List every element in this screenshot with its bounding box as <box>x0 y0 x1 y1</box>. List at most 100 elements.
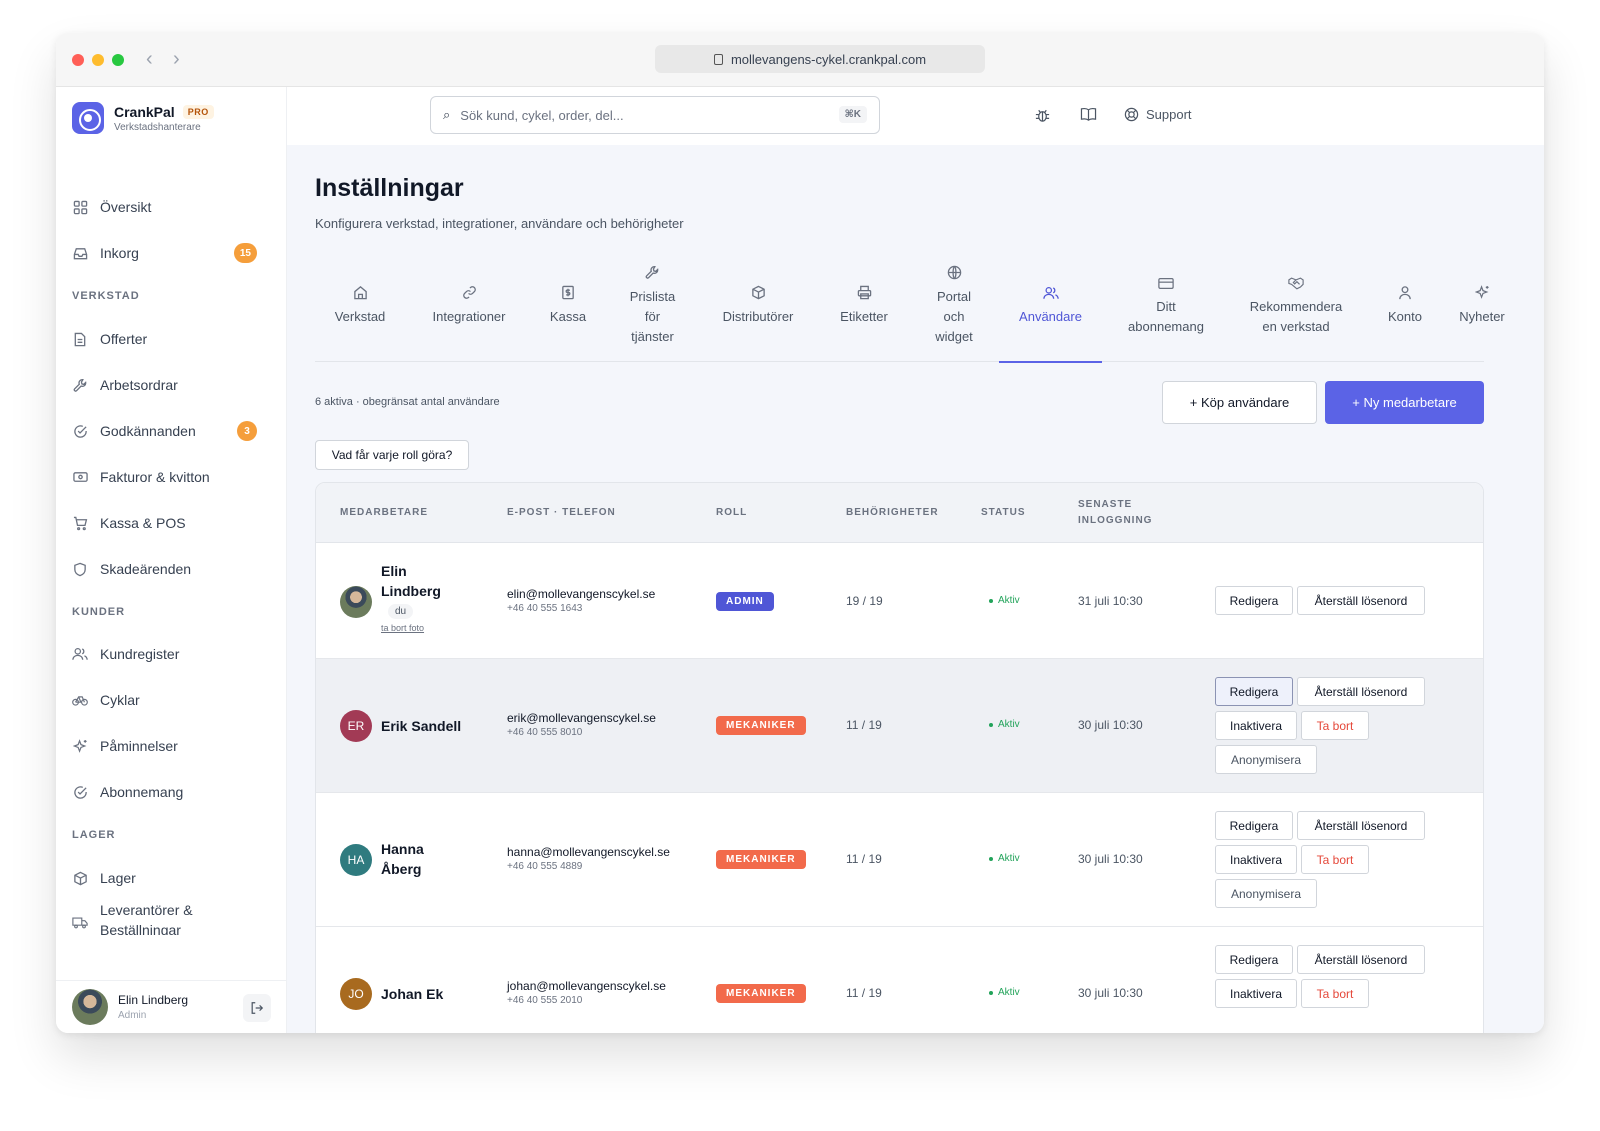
delete-button[interactable]: Ta bort <box>1301 979 1369 1008</box>
tab-prislista[interactable]: Prislista för tjänster <box>615 250 690 362</box>
buy-users-button[interactable]: + Köp användare <box>1162 381 1317 424</box>
user-icon <box>1398 285 1412 305</box>
sidebar-item-label: Godkännanden <box>100 423 196 439</box>
users-icon <box>1042 285 1059 305</box>
table-header: MEDARBETARE E-POST · TELEFON ROLL BEHÖRI… <box>316 483 1483 543</box>
sidebar-item-oversikt[interactable]: Översikt <box>72 191 272 223</box>
main-content: Inställningar Konfigurera verkstad, inte… <box>287 145 1544 1033</box>
sidebar-item-abonnemang[interactable]: Abonnemang <box>72 776 272 808</box>
tab-verkstad[interactable]: Verkstad <box>315 250 405 362</box>
sidebar-item-leverantorer[interactable]: Leverantörer & Beställningar <box>72 900 272 935</box>
column-header-contact: E-POST · TELEFON <box>507 507 616 518</box>
current-user-role: Admin <box>118 1010 147 1021</box>
page-title: Inställningar <box>315 174 464 202</box>
back-arrow-icon[interactable]: ‹ <box>146 48 153 71</box>
deactivate-button[interactable]: Inaktivera <box>1215 711 1297 740</box>
tab-distributorer[interactable]: Distributörer <box>704 250 812 362</box>
sidebar-item-skadearenden[interactable]: Skadeärenden <box>72 553 272 585</box>
staff-name: Elin Lindberg <box>381 561 441 601</box>
user-count-summary: 6 aktiva · obegränsat antal användare <box>315 396 500 408</box>
tab-konto[interactable]: Konto <box>1375 250 1435 362</box>
status-badge: Aktiv <box>989 987 1020 998</box>
last-login: 30 juli 10:30 <box>1078 986 1143 1000</box>
user-avatar <box>72 989 108 1025</box>
reset-password-button[interactable]: Återställ lösenord <box>1297 945 1425 974</box>
sidebar-item-label: Arbetsordrar <box>100 377 178 393</box>
delete-button[interactable]: Ta bort <box>1301 711 1369 740</box>
tab-rekommendera[interactable]: Rekommendera en verkstad <box>1235 250 1357 362</box>
logout-button[interactable] <box>243 994 271 1022</box>
role-badge: MEKANIKER <box>716 716 806 735</box>
anonymize-button[interactable]: Anonymisera <box>1215 879 1317 908</box>
sidebar-item-lager[interactable]: Lager <box>72 862 272 894</box>
book-icon[interactable] <box>1080 107 1097 127</box>
reset-password-button[interactable]: Återställ lösenord <box>1297 811 1425 840</box>
deactivate-button[interactable]: Inaktivera <box>1215 979 1297 1008</box>
last-login: 30 juli 10:30 <box>1078 852 1143 866</box>
sidebar-item-arbetsordrar[interactable]: Arbetsordrar <box>72 369 272 401</box>
staff-last-name: Åberg <box>381 861 422 877</box>
search-shortcut: ⌘K <box>838 106 867 123</box>
tab-label: Integrationer <box>432 309 506 324</box>
users-table: MEDARBETARE E-POST · TELEFON ROLL BEHÖRI… <box>315 482 1484 1033</box>
sidebar-item-kassa-pos[interactable]: Kassa & POS <box>72 507 272 539</box>
edit-button[interactable]: Redigera <box>1215 586 1293 615</box>
address-bar[interactable]: mollevangens-cykel.crankpal.com <box>655 45 985 73</box>
reset-password-button[interactable]: Återställ lösenord <box>1297 586 1425 615</box>
roles-help-button[interactable]: Vad får varje roll göra? <box>315 440 469 470</box>
current-user[interactable]: Elin Lindberg Admin <box>56 980 287 1033</box>
tab-etiketter[interactable]: Etiketter <box>829 250 899 362</box>
brand[interactable]: CrankPal PRO Verkstadshanterare <box>72 102 214 134</box>
tab-integrationer[interactable]: Integrationer <box>419 250 519 362</box>
sidebar-item-offerter[interactable]: Offerter <box>72 323 272 355</box>
tab-nyheter[interactable]: Nyheter <box>1449 250 1515 362</box>
home-icon <box>353 285 368 305</box>
shield-icon <box>72 561 88 577</box>
user-avatar-initials: ER <box>340 710 372 742</box>
column-header-last-login-line2: INLOGGNING <box>1078 515 1153 526</box>
column-header-status: STATUS <box>981 507 1026 518</box>
delete-button[interactable]: Ta bort <box>1301 845 1369 874</box>
edit-button[interactable]: Redigera <box>1215 811 1293 840</box>
reset-password-button[interactable]: Återställ lösenord <box>1297 677 1425 706</box>
anonymize-button[interactable]: Anonymisera <box>1215 745 1317 774</box>
contact-cell: johan@mollevangenscykel.se +46 40 555 20… <box>507 979 666 1006</box>
remove-photo-link[interactable]: ta bort foto <box>381 623 441 633</box>
bug-report-icon[interactable] <box>1034 107 1051 129</box>
tab-label: Distributörer <box>722 309 794 324</box>
cash-register-icon <box>561 285 575 305</box>
sidebar-section-title: LAGER <box>72 829 116 841</box>
deactivate-button[interactable]: Inaktivera <box>1215 845 1297 874</box>
staff-email: johan@mollevangenscykel.se <box>507 979 666 993</box>
support-link[interactable]: Support <box>1124 107 1192 122</box>
tab-label: Etiketter <box>840 309 888 324</box>
document-icon <box>72 331 88 347</box>
status-badge: Aktiv <box>989 853 1020 864</box>
tab-portal[interactable]: Portal och widget <box>919 250 989 362</box>
last-login: 31 juli 10:30 <box>1078 594 1143 608</box>
forward-arrow-icon[interactable]: › <box>173 48 180 71</box>
search-input[interactable]: ⌕ Sök kund, cykel, order, del... ⌘K <box>430 96 880 134</box>
sidebar-item-godkannanden[interactable]: Godkännanden 3 <box>72 415 272 447</box>
current-user-name: Elin Lindberg <box>118 993 189 1007</box>
sidebar-item-cyklar[interactable]: Cyklar <box>72 684 272 716</box>
support-label: Support <box>1146 107 1192 122</box>
close-window-button[interactable] <box>72 54 84 66</box>
tab-abonnemang[interactable]: Ditt abonnemang <box>1115 250 1217 362</box>
edit-button[interactable]: Redigera <box>1215 677 1293 706</box>
sidebar-item-fakturor[interactable]: Fakturor & kvitton <box>72 461 272 493</box>
zoom-window-button[interactable] <box>112 54 124 66</box>
sidebar-item-label: Lager <box>100 870 136 886</box>
minimize-window-button[interactable] <box>92 54 104 66</box>
edit-button[interactable]: Redigera <box>1215 945 1293 974</box>
sidebar-nav: Översikt Inkorg 15 VERKSTAD Offerter Arb… <box>56 175 287 935</box>
new-staff-button[interactable]: + Ny medarbetare <box>1325 381 1484 424</box>
sidebar-item-label: Fakturor & kvitton <box>100 469 210 485</box>
sidebar-item-paminnelser[interactable]: Påminnelser <box>72 730 272 762</box>
tab-anvandare[interactable]: Användare <box>999 250 1102 363</box>
tab-kassa[interactable]: Kassa <box>533 250 603 362</box>
sidebar-item-kundregister[interactable]: Kundregister <box>72 638 272 670</box>
contact-cell: elin@mollevangenscykel.se +46 40 555 164… <box>507 587 655 614</box>
truck-icon <box>72 914 88 930</box>
sidebar-item-inkorg[interactable]: Inkorg 15 <box>72 237 272 269</box>
